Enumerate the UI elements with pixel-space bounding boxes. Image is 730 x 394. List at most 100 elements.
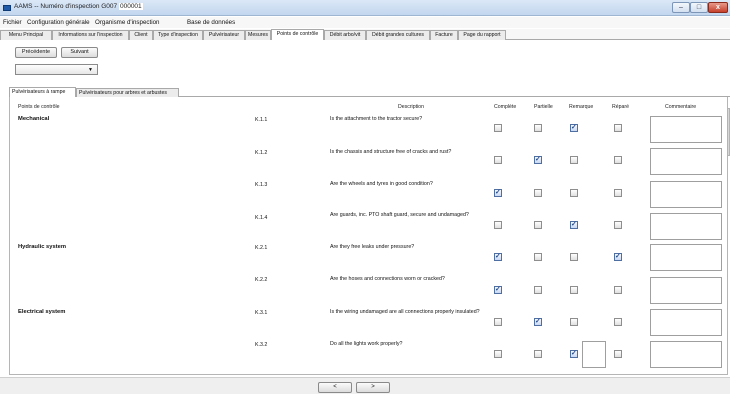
inspection-label: Numéro d'inspection G007 (40, 3, 118, 10)
header-partial: Partielle (534, 104, 553, 110)
row-code: K.2.1 (255, 245, 268, 251)
complete-checkbox[interactable] (494, 252, 502, 261)
tab-debit-grandes-cultures[interactable]: Débit grandes cultures (366, 30, 430, 40)
row-description: Do all the lights work properly? (330, 341, 403, 347)
tab-type-inspection[interactable]: Type d'inspection (153, 30, 203, 40)
tab-client[interactable]: Client (129, 30, 153, 40)
tab-mesures[interactable]: Mesures (245, 30, 271, 40)
row-description: Is the chassis and structure free of cra… (330, 149, 452, 155)
partial-checkbox[interactable] (534, 221, 542, 229)
complete-checkbox[interactable] (494, 188, 502, 197)
next-button[interactable]: Suivant (61, 47, 98, 58)
complete-checkbox[interactable] (494, 318, 502, 326)
tab-pulverisateur[interactable]: Pulvérisateur (203, 30, 245, 40)
app-icon (3, 5, 11, 11)
tab-menu-principal[interactable]: Menu Principal (0, 30, 52, 40)
dropdown-arrow-icon: ▼ (88, 67, 93, 73)
comment-field[interactable] (650, 181, 722, 208)
remark-popup-box (582, 341, 606, 368)
inspection-id: 000001 (118, 3, 143, 10)
row-description: Are the wheels and tyres in good conditi… (330, 181, 433, 187)
repaired-checkbox[interactable] (614, 221, 622, 229)
repaired-checkbox[interactable] (614, 350, 622, 358)
row-description: Are guards, inc. PTO shaft guard, secure… (330, 212, 469, 218)
minimize-button[interactable]: – (672, 2, 690, 13)
repaired-checkbox[interactable] (614, 156, 622, 164)
tab-debit-arbo-vit[interactable]: Débit arbo/vit (324, 30, 366, 40)
partial-checkbox[interactable] (534, 286, 542, 294)
header-description: Description (398, 104, 424, 110)
row-description: Are the hoses and connections worn or cr… (330, 276, 445, 282)
row-code: K.1.3 (255, 182, 268, 188)
partial-checkbox[interactable] (534, 155, 542, 164)
row-description: Is the wiring undamaged are all connecti… (330, 309, 480, 315)
selection-dropdown[interactable]: ▼ (15, 64, 98, 75)
previous-button[interactable]: Précédente (15, 47, 57, 58)
remark-checkbox[interactable] (570, 189, 578, 197)
window-title: AAMS -- Numéro d'inspection G007 000001 (14, 3, 143, 10)
header-repaired: Réparé (612, 104, 630, 110)
tab-facture[interactable]: Facture (430, 30, 458, 40)
subtab-pulverisateurs-arbres-arbustes[interactable]: Pulvérisateurs pour arbres et arbustes (76, 88, 179, 97)
row-code: K.2.2 (255, 277, 268, 283)
partial-checkbox[interactable] (534, 350, 542, 358)
remark-checkbox[interactable] (570, 253, 578, 261)
tab-page-du-rapport[interactable]: Page du rapport (458, 30, 506, 40)
partial-checkbox[interactable] (534, 124, 542, 132)
remark-checkbox[interactable] (570, 349, 578, 358)
close-button[interactable]: x (708, 2, 728, 13)
tab-informations-inspection[interactable]: Informations sur l'inspection (52, 30, 129, 40)
row-code: K.3.2 (255, 342, 268, 348)
row-code: K.1.1 (255, 117, 268, 123)
complete-checkbox[interactable] (494, 285, 502, 294)
comment-field[interactable] (650, 277, 722, 304)
partial-checkbox[interactable] (534, 317, 542, 326)
repaired-checkbox[interactable] (614, 286, 622, 294)
menu-organisme-inspection[interactable]: Organisme d'inspection (95, 19, 159, 26)
title-bar: AAMS -- Numéro d'inspection G007 000001 … (0, 0, 730, 16)
remark-checkbox[interactable] (570, 123, 578, 132)
partial-checkbox[interactable] (534, 253, 542, 261)
control-points-panel: Points de contrôle Description Complète … (9, 97, 728, 375)
complete-checkbox[interactable] (494, 156, 502, 164)
comment-field[interactable] (650, 213, 722, 240)
header-comment: Commentaire (665, 104, 697, 110)
comment-field[interactable] (650, 148, 722, 175)
complete-checkbox[interactable] (494, 124, 502, 132)
tab-points-de-controle[interactable]: Points de contrôle (271, 29, 324, 40)
row-code: K.1.2 (255, 150, 268, 156)
complete-checkbox[interactable] (494, 350, 502, 358)
repaired-checkbox[interactable] (614, 318, 622, 326)
remark-checkbox[interactable] (570, 156, 578, 164)
subtab-pulverisateurs-a-rampe[interactable]: Pulvérisateurs à rampe (9, 87, 76, 97)
maximize-button[interactable]: □ (690, 2, 708, 13)
row-description: Are they free leaks under pressure? (330, 244, 415, 250)
comment-field[interactable] (650, 116, 722, 143)
repaired-checkbox[interactable] (614, 252, 622, 261)
previous-page-button[interactable]: < (318, 382, 352, 393)
next-page-button[interactable]: > (356, 382, 390, 393)
menu-bar: Fichier Configuration générale Organisme… (0, 17, 730, 28)
menu-fichier[interactable]: Fichier (3, 19, 22, 26)
comment-field[interactable] (650, 244, 722, 271)
menu-configuration-generale[interactable]: Configuration générale (27, 19, 90, 26)
header-remark: Remarque (569, 104, 594, 110)
complete-checkbox[interactable] (494, 221, 502, 229)
partial-checkbox[interactable] (534, 189, 542, 197)
sub-tab-bar: Pulvérisateurs à rampe Pulvérisateurs po… (9, 87, 730, 97)
remark-checkbox[interactable] (570, 318, 578, 326)
remark-checkbox[interactable] (570, 220, 578, 229)
section-label: Mechanical (18, 116, 50, 122)
title-separator: -- (34, 3, 39, 10)
row-code: K.3.1 (255, 310, 268, 316)
remark-checkbox[interactable] (570, 286, 578, 294)
main-tab-bar: Menu Principal Informations sur l'inspec… (0, 29, 730, 40)
comment-field[interactable] (650, 341, 722, 368)
menu-base-de-donnees[interactable]: Base de données (187, 19, 235, 26)
row-code: K.1.4 (255, 215, 268, 221)
comment-field[interactable] (650, 309, 722, 336)
repaired-checkbox[interactable] (614, 189, 622, 197)
repaired-checkbox[interactable] (614, 124, 622, 132)
header-complete: Complète (494, 104, 517, 110)
section-label: Hydraulic system (18, 244, 67, 250)
